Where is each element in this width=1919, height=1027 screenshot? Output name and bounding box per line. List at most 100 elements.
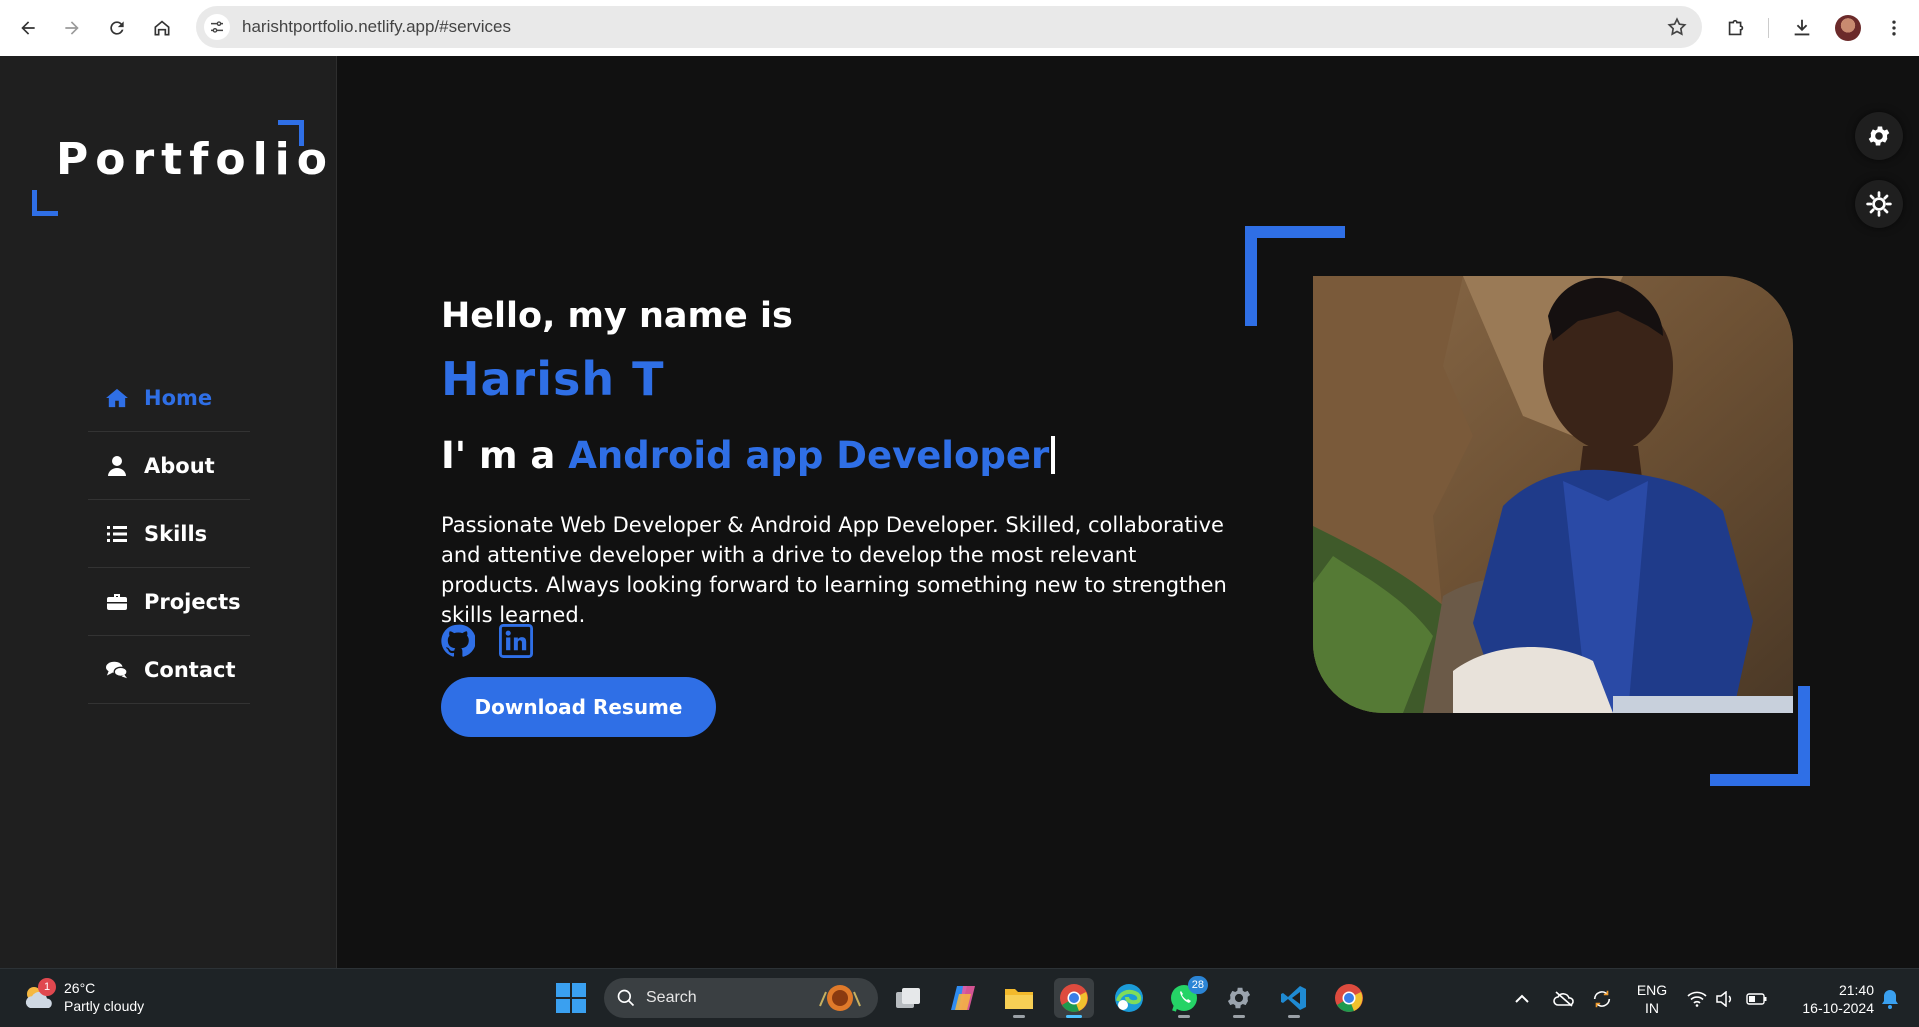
sidebar-item-label: About	[144, 453, 215, 478]
wifi-tray[interactable]	[1684, 969, 1710, 1027]
profile-photo	[1313, 276, 1793, 713]
running-indicator	[1288, 1015, 1300, 1018]
forward-button[interactable]	[56, 12, 88, 44]
gear-icon	[1868, 126, 1890, 146]
greeting-heading: Hello, my name is	[441, 296, 793, 336]
extensions-button[interactable]	[1720, 12, 1752, 44]
sidebar: Portfolio Home About Skills Projects Con…	[0, 56, 337, 968]
user-icon	[106, 455, 128, 477]
edge-icon	[1115, 984, 1143, 1012]
onedrive-tray[interactable]	[1550, 969, 1578, 1027]
show-hidden-icons-button[interactable]	[1510, 969, 1534, 1027]
task-view-button[interactable]	[888, 978, 928, 1018]
settings-app-button[interactable]	[1219, 978, 1259, 1018]
weather-desc: Partly cloudy	[64, 998, 145, 1014]
search-highlight-icon	[819, 985, 861, 1011]
search-icon	[617, 989, 635, 1007]
downloads-button[interactable]	[1786, 12, 1818, 44]
social-links	[441, 624, 533, 658]
logo[interactable]: Portfolio	[32, 120, 327, 216]
arrow-right-icon	[65, 21, 79, 35]
speaker-icon	[1716, 990, 1732, 1007]
wifi-icon	[1687, 991, 1707, 1007]
reload-button[interactable]	[101, 12, 133, 44]
bio-text: Passionate Web Developer & Android App D…	[441, 513, 1227, 627]
linkedin-icon[interactable]	[499, 624, 533, 658]
profile-button[interactable]	[1832, 12, 1864, 44]
search-label: Search	[646, 989, 697, 1006]
browser-toolbar: harishtportfolio.netlify.app/#services	[0, 0, 1919, 56]
volume-tray[interactable]	[1712, 969, 1738, 1027]
input-language[interactable]: ENG IN	[1634, 981, 1670, 1017]
sync-icon	[1593, 990, 1611, 1007]
cloud-off-icon	[1553, 990, 1574, 1007]
reload-icon	[110, 21, 124, 35]
sidebar-item-home[interactable]: Home	[88, 364, 250, 432]
url-text: harishtportfolio.netlify.app/#services	[242, 17, 511, 36]
download-icon	[1794, 19, 1810, 36]
site-info-icon[interactable]	[204, 14, 230, 40]
chrome-profile-button[interactable]	[1329, 978, 1369, 1018]
bell-icon	[1882, 989, 1898, 1009]
chrome-button[interactable]	[1054, 978, 1094, 1018]
chrome-icon	[1335, 984, 1363, 1012]
address-bar[interactable]: harishtportfolio.netlify.app/#services	[196, 6, 1702, 48]
menu-button[interactable]	[1878, 12, 1910, 44]
briefcase-icon	[106, 591, 128, 613]
battery-icon	[1746, 992, 1767, 1005]
home-icon	[106, 387, 128, 409]
home-outline-icon	[154, 20, 170, 36]
arrow-left-icon	[21, 21, 35, 35]
running-indicator	[1233, 1015, 1245, 1018]
copilot-button[interactable]	[944, 978, 984, 1018]
weather-widget[interactable]: 1 26°C Partly cloudy	[22, 978, 144, 1015]
taskbar-clock[interactable]: 21:40 16-10-2024	[1778, 981, 1874, 1017]
taskbar: 1 26°C Partly cloudy Search 28 ENG IN 21…	[0, 968, 1919, 1027]
download-resume-button[interactable]: Download Resume	[441, 677, 716, 737]
start-button[interactable]	[556, 983, 586, 1013]
folder-icon	[1005, 989, 1033, 1009]
main-content: Hello, my name is Harish T I' m a Androi…	[338, 56, 1919, 968]
windows-logo-icon	[556, 983, 586, 1013]
sync-tray[interactable]	[1588, 969, 1616, 1027]
copilot-icon	[951, 986, 975, 1010]
running-indicator	[1178, 1015, 1190, 1018]
whatsapp-badge: 28	[1187, 976, 1208, 994]
name-heading: Harish T	[441, 352, 665, 406]
sidebar-item-projects[interactable]: Projects	[88, 568, 250, 636]
sidebar-item-label: Home	[144, 385, 213, 410]
settings-button[interactable]	[1855, 112, 1903, 160]
sidebar-item-skills[interactable]: Skills	[88, 500, 250, 568]
bookmark-star-icon[interactable]	[1666, 16, 1688, 38]
weather-text: 26°C Partly cloudy	[64, 979, 144, 1015]
home-button[interactable]	[146, 12, 178, 44]
running-indicator	[1066, 1015, 1082, 1018]
theme-toggle-button[interactable]	[1855, 180, 1903, 228]
avatar	[1835, 15, 1861, 41]
whatsapp-button[interactable]: 28	[1164, 976, 1208, 1018]
clock-date: 16-10-2024	[1802, 1000, 1874, 1016]
partly-cloudy-icon: 1	[22, 978, 56, 1012]
vscode-button[interactable]	[1274, 978, 1314, 1018]
sidebar-item-about[interactable]: About	[88, 432, 250, 500]
lang-region: IN	[1645, 1000, 1659, 1016]
logo-corner	[32, 190, 58, 216]
role-text: Android app Developer	[568, 434, 1050, 477]
running-indicator	[1013, 1015, 1025, 1018]
back-button[interactable]	[12, 12, 44, 44]
sidebar-item-contact[interactable]: Contact	[88, 636, 250, 704]
weather-temp: 26°C	[64, 980, 96, 996]
edge-button[interactable]	[1109, 978, 1149, 1018]
file-explorer-button[interactable]	[999, 978, 1039, 1018]
sidebar-item-label: Contact	[144, 657, 236, 682]
chrome-icon	[1060, 984, 1088, 1012]
notifications-button[interactable]	[1876, 969, 1904, 1027]
taskbar-search[interactable]: Search	[604, 978, 878, 1018]
logo-text: Portfolio	[56, 134, 334, 185]
battery-tray[interactable]	[1744, 969, 1770, 1027]
puzzle-icon	[1728, 19, 1744, 36]
github-icon[interactable]	[441, 624, 475, 658]
chevron-up-icon	[1515, 994, 1529, 1003]
gear-icon	[1227, 987, 1251, 1009]
vscode-icon	[1281, 986, 1306, 1010]
